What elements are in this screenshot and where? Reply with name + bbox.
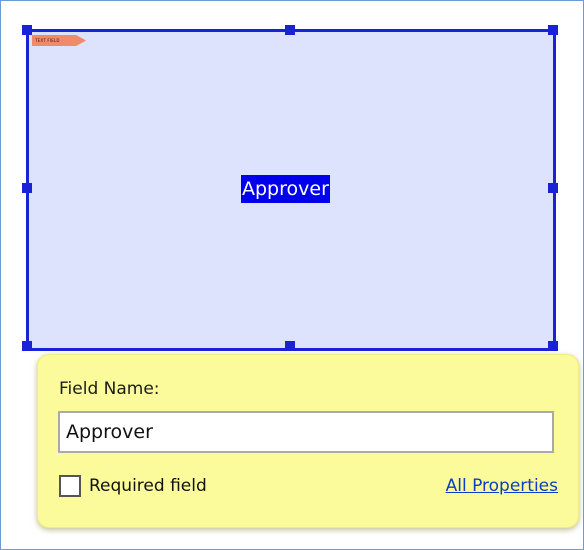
required-field-checkbox[interactable] — [59, 475, 81, 497]
resize-handle-top[interactable] — [285, 25, 295, 35]
field-label[interactable]: Approver — [241, 175, 330, 203]
field-name-input[interactable] — [58, 411, 554, 453]
resize-handle-left[interactable] — [22, 183, 32, 193]
required-field-row[interactable]: Required field — [59, 475, 207, 497]
form-field-tag-icon: TEXT FIELD — [32, 35, 86, 46]
resize-handle-bottom[interactable] — [285, 341, 295, 351]
resize-handle-bottom-right[interactable] — [548, 341, 558, 351]
all-properties-link[interactable]: All Properties — [446, 476, 558, 496]
form-canvas: TEXT FIELD Approver Field Name: Required… — [0, 0, 584, 550]
field-properties-popup: Field Name: Required field All Propertie… — [37, 354, 579, 528]
resize-handle-top-left[interactable] — [22, 25, 32, 35]
required-field-label[interactable]: Required field — [89, 476, 207, 496]
field-name-heading: Field Name: — [59, 379, 160, 399]
resize-handle-bottom-left[interactable] — [22, 341, 32, 351]
resize-handle-right[interactable] — [548, 183, 558, 193]
text-field-selection-box[interactable]: TEXT FIELD Approver — [26, 29, 556, 351]
field-tag-text: TEXT FIELD — [35, 38, 60, 43]
resize-handle-top-right[interactable] — [548, 25, 558, 35]
